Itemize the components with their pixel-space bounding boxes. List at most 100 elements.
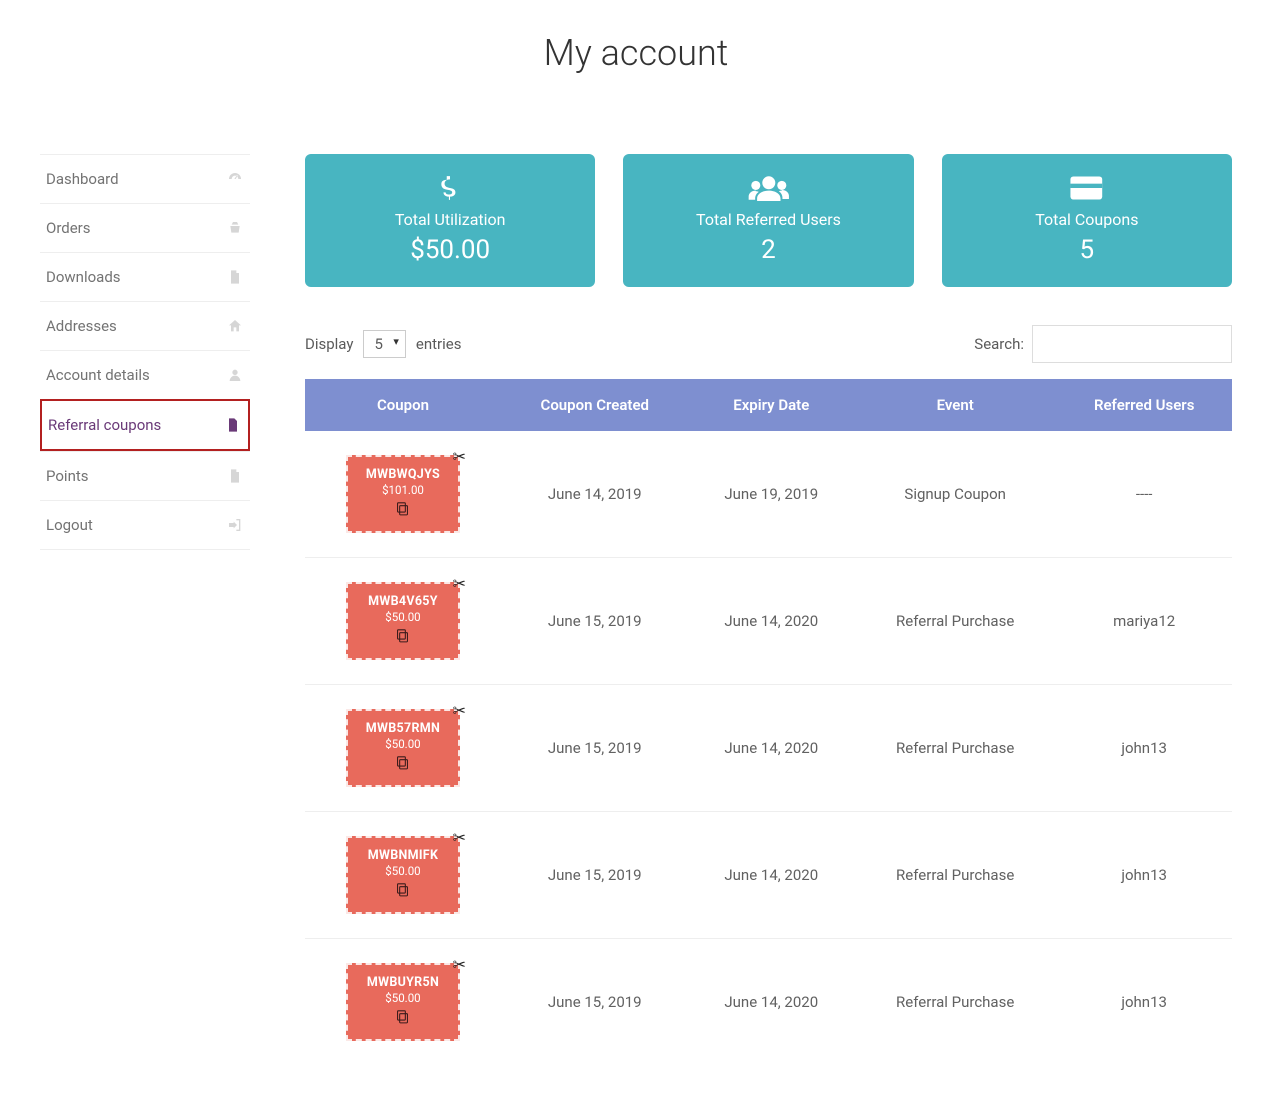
referred-cell: ---- [1056, 431, 1232, 558]
sidebar-item-orders[interactable]: Orders [40, 203, 250, 252]
sidebar-item-points[interactable]: Points [40, 451, 250, 500]
coupon-code: MWB4V65Y [368, 594, 438, 609]
stat-label: Total Coupons [952, 210, 1222, 229]
scissors-icon: ✂ [453, 957, 466, 973]
coupon-code: MWBWQJYS [366, 467, 440, 482]
stat-card-total-utilization: Total Utilization $50.00 [305, 154, 595, 287]
coupon-cell: ✂ MWB4V65Y$50.00 [305, 558, 501, 685]
page-title: My account [0, 32, 1272, 74]
coupon-card[interactable]: ✂MWBNMIFK$50.00 [346, 836, 460, 914]
logout-icon [226, 516, 244, 534]
dashboard-icon [226, 170, 244, 188]
event-cell: Signup Coupon [854, 431, 1056, 558]
card-icon [952, 172, 1222, 204]
coupon-code: MWB57RMN [366, 721, 440, 736]
sidebar-item-label: Logout [46, 516, 93, 534]
sidebar-item-addresses[interactable]: Addresses [40, 301, 250, 350]
search-input[interactable] [1032, 325, 1232, 363]
coupon-card[interactable]: ✂MWBUYR5N$50.00 [346, 963, 460, 1041]
copy-icon[interactable] [394, 627, 411, 648]
stat-value: 2 [633, 235, 903, 265]
referred-cell: john13 [1056, 812, 1232, 939]
referred-cell: john13 [1056, 939, 1232, 1066]
copy-icon[interactable] [394, 754, 411, 775]
column-header[interactable]: Coupon Created [501, 379, 689, 431]
sidebar-item-label: Addresses [46, 317, 117, 335]
coupon-cell: ✂ MWB57RMN$50.00 [305, 685, 501, 812]
event-cell: Referral Purchase [854, 939, 1056, 1066]
stat-label: Total Referred Users [633, 210, 903, 229]
users-icon [633, 172, 903, 204]
table-row: ✂ MWB57RMN$50.00 June 15, 2019June 14, 202… [305, 685, 1232, 812]
sidebar-item-logout[interactable]: Logout [40, 500, 250, 550]
referred-cell: mariya12 [1056, 558, 1232, 685]
column-header[interactable]: Event [854, 379, 1056, 431]
created-cell: June 15, 2019 [501, 685, 689, 812]
column-header[interactable]: Expiry Date [689, 379, 854, 431]
sidebar-item-downloads[interactable]: Downloads [40, 252, 250, 301]
expiry-cell: June 14, 2020 [689, 558, 854, 685]
column-header[interactable]: Coupon [305, 379, 501, 431]
stat-card-total-coupons: Total Coupons5 [942, 154, 1232, 287]
coupon-code: MWBNMIFK [368, 848, 439, 863]
coupon-cell: ✂MWBUYR5N$50.00 [305, 939, 501, 1066]
expiry-cell: June 14, 2020 [689, 812, 854, 939]
referred-cell: john13 [1056, 685, 1232, 812]
coupon-amount: $50.00 [385, 991, 420, 1005]
coupon-card[interactable]: ✂MWBWQJYS$101.00 [346, 455, 460, 533]
copy-icon[interactable] [394, 500, 411, 521]
user-icon [226, 366, 244, 384]
coupon-amount: $50.00 [385, 610, 420, 624]
sidebar-item-referral-coupons[interactable]: Referral coupons [40, 399, 250, 451]
basket-icon [226, 219, 244, 237]
scissors-icon: ✂ [453, 703, 466, 719]
sidebar-item-account-details[interactable]: Account details [40, 350, 250, 399]
coupon-amount: $50.00 [385, 737, 420, 751]
table-row: ✂ MWB4V65Y$50.00 June 15, 2019June 14, 202… [305, 558, 1232, 685]
sidebar-item-dashboard[interactable]: Dashboard [40, 154, 250, 203]
coupon-cell: ✂ MWBWQJYS$101.00 [305, 431, 501, 558]
stat-label: Total Utilization [315, 210, 585, 229]
scissors-icon: ✂ [453, 576, 466, 592]
sidebar: Dashboard Orders Downloads Addresses Account… [40, 154, 250, 1065]
sidebar-item-label: Points [46, 467, 89, 485]
created-cell: June 15, 2019 [501, 558, 689, 685]
table-header-row: CouponCoupon CreatedExpiry DateEventRefe… [305, 379, 1232, 431]
event-cell: Referral Purchase [854, 812, 1056, 939]
sidebar-item-label: Account details [46, 366, 150, 384]
stats-row: Total Utilization $50.00 Total Referred Us… [305, 154, 1232, 287]
entries-select[interactable]: 5 [363, 330, 405, 358]
table-row: ✂ MWBWQJYS$101.00 June 14, 2019June 19, 20… [305, 431, 1232, 558]
coupon-amount: $50.00 [385, 864, 420, 878]
file-icon [226, 268, 244, 286]
created-cell: June 15, 2019 [501, 939, 689, 1066]
event-cell: Referral Purchase [854, 685, 1056, 812]
copy-icon[interactable] [394, 881, 411, 902]
coupon-cell: ✂ MWBNMIFK$50.00 [305, 812, 501, 939]
table-controls: Display 5 entries Search: [305, 325, 1232, 363]
display-prefix: Display [305, 335, 353, 353]
stat-value: $50.00 [315, 235, 585, 265]
event-cell: Referral Purchase [854, 558, 1056, 685]
sidebar-item-label: Downloads [46, 268, 121, 286]
expiry-cell: June 19, 2019 [689, 431, 854, 558]
display-suffix: entries [416, 335, 462, 353]
coupon-amount: $101.00 [382, 483, 424, 497]
stat-card-total-referred-users: Total Referred Users 2 [623, 154, 913, 287]
coupon-card[interactable]: ✂MWB57RMN$50.00 [346, 709, 460, 787]
sidebar-item-label: Referral coupons [48, 416, 161, 434]
scissors-icon: ✂ [453, 449, 466, 465]
scissors-icon: ✂ [453, 830, 466, 846]
expiry-cell: June 14, 2020 [689, 939, 854, 1066]
table-row: ✂MWBUYR5N$50.00 June 15, 2019June 14, 202… [305, 939, 1232, 1066]
expiry-cell: June 14, 2020 [689, 685, 854, 812]
file-icon [226, 467, 244, 485]
created-cell: June 14, 2019 [501, 431, 689, 558]
column-header[interactable]: Referred Users [1056, 379, 1232, 431]
sidebar-item-label: Orders [46, 219, 91, 237]
table-row: ✂MWBNMIFK$50.00June 15, 2019June 14, 202… [305, 812, 1232, 939]
coupons-table: CouponCoupon CreatedExpiry DateEventRefe… [305, 379, 1232, 1065]
copy-icon[interactable] [394, 1008, 411, 1029]
display-entries-control: Display 5 entries [305, 330, 461, 358]
coupon-card[interactable]: ✂MWB4V65Y$50.00 [346, 582, 460, 660]
